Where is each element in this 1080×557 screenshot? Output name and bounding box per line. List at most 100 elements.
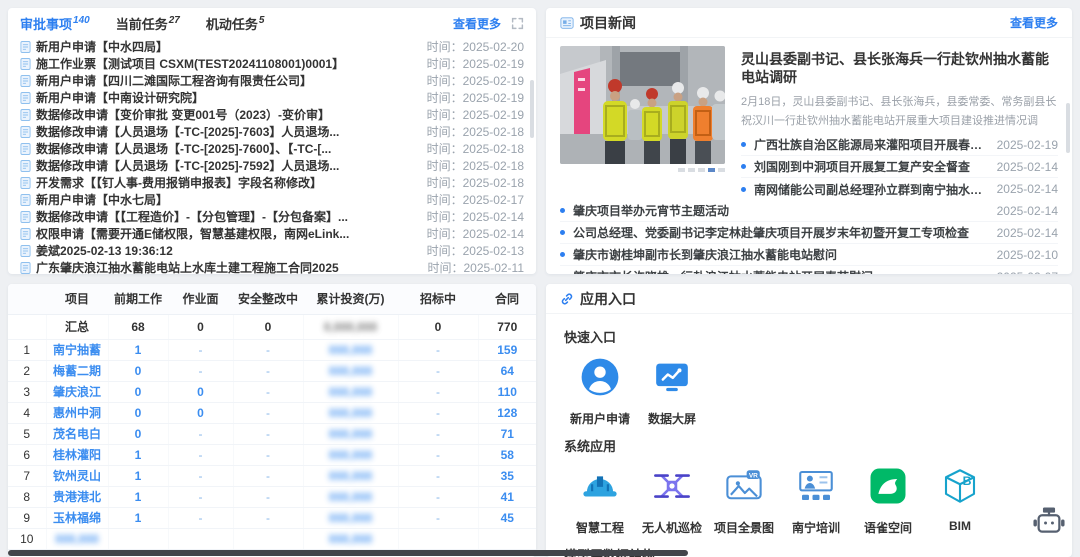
app-entry-user[interactable]: 新用户申请 — [564, 356, 636, 427]
project-name-link[interactable]: 钦州灵山 — [53, 469, 101, 483]
tab-label: 机动任务 — [206, 17, 258, 32]
news-photo[interactable] — [560, 46, 725, 200]
expand-icon[interactable] — [511, 17, 524, 30]
approval-item-time: 时间：2025-02-18 — [427, 174, 524, 191]
app-entry-drone[interactable]: 无人机巡检 — [636, 465, 708, 536]
project-name-link[interactable]: 肇庆浪江 — [53, 385, 101, 399]
approval-list-item[interactable]: 新用户申请【中水七局】时间：2025-02-17 — [20, 191, 524, 208]
project-name-link[interactable]: 桂林灌阳 — [53, 448, 101, 462]
horizontal-scrollbar[interactable] — [8, 550, 688, 556]
redacted-investment: 888,888 — [329, 343, 372, 357]
bullet-icon — [741, 142, 746, 147]
app-entry-training[interactable]: 南宁培训 — [780, 465, 852, 536]
projects-table-row[interactable]: 7钦州灵山1--888,888-35 — [8, 465, 536, 486]
svg-text:VR: VR — [749, 472, 758, 479]
approval-list-item[interactable]: 新用户申请【中水四局】时间：2025-02-20 — [20, 38, 524, 55]
project-name-link[interactable]: 贵港港北 — [53, 490, 101, 504]
approval-item-time: 时间：2025-02-20 — [427, 38, 524, 55]
approval-item-time: 时间：2025-02-19 — [427, 89, 524, 106]
news-item-text: 肇庆市市长许晓雄一行赴浪江抽水蓄能电站开展春节慰问 — [573, 268, 985, 274]
project-name-link[interactable]: 梅蓄二期 — [53, 364, 101, 378]
app-entry-panorama[interactable]: VR项目全景图 — [708, 465, 780, 536]
app-entry-yuque[interactable]: 语雀空间 — [852, 465, 924, 536]
document-icon — [20, 143, 31, 155]
projects-table-row[interactable]: 5茂名电白0--888,888-71 — [8, 423, 536, 444]
news-view-more-link[interactable]: 查看更多 — [1010, 14, 1058, 31]
summary-name: 汇总 — [46, 314, 108, 339]
news-item-text: 公司总经理、党委副书记李定林赴肇庆项目开展岁末年初暨开复工专项检查 — [573, 224, 985, 241]
app-entry-bim[interactable]: BBIM — [924, 465, 996, 536]
news-list-item[interactable]: 广西壮族自治区能源局来灌阳项目开展春节后复...2025-02-19 — [741, 134, 1058, 156]
approval-list-item[interactable]: 数据修改申请【人员退场【-TC-[2025]-7592】人员退场...时间：20… — [20, 157, 524, 174]
approval-list-item[interactable]: 数据修改申请【人员退场【-TC-[2025]-7600】、【-TC-[...时间… — [20, 140, 524, 157]
approval-list-item[interactable]: 新用户申请【四川二滩国际工程咨询有限责任公司】时间：2025-02-19 — [20, 72, 524, 89]
approvals-list: 新用户申请【中水四局】时间：2025-02-20施工作业票【测试项目 CSXM(… — [8, 38, 536, 274]
redacted-investment: 888,888 — [329, 427, 372, 441]
projects-table-row[interactable]: 10888,888888,888 — [8, 528, 536, 549]
project-name-link[interactable]: 玉林福绵 — [53, 511, 101, 525]
approval-item-text: 数据修改申请【变价审批 变更001号（2023）-变价审】 — [36, 106, 427, 123]
news-list-item[interactable]: 肇庆市谢桂坤副市长到肇庆浪江抽水蓄能电站慰问2025-02-10 — [560, 244, 1058, 266]
app-label: 语雀空间 — [864, 519, 912, 536]
projects-table-row[interactable]: 2梅蓄二期0--888,888-64 — [8, 360, 536, 381]
approval-list-item[interactable]: 新用户申请【中南设计研究院】时间：2025-02-19 — [20, 89, 524, 106]
project-name-link[interactable]: 茂名电白 — [53, 427, 101, 441]
news-list-item[interactable]: 公司总经理、党委副书记李定林赴肇庆项目开展岁末年初暨开复工专项检查2025-02… — [560, 222, 1058, 244]
approval-list-item[interactable]: 数据修改申请【变价审批 变更001号（2023）-变价审】时间：2025-02-… — [20, 106, 524, 123]
app-entry-monitor[interactable]: 数据大屏 — [636, 356, 708, 427]
approval-list-item[interactable]: 广东肇庆浪江抽水蓄能电站上水库土建工程施工合同2025时间：2025-02-11 — [20, 259, 524, 274]
projects-table-row[interactable]: 8贵港港北1--888,888-41 — [8, 486, 536, 507]
redacted-investment: 888,888 — [329, 532, 372, 546]
projects-summary-row[interactable]: 汇总68008,888,8880770 — [8, 314, 536, 339]
bim-icon: B — [939, 465, 981, 512]
app-entry-helmet[interactable]: 智慧工程 — [564, 465, 636, 536]
training-icon — [795, 465, 837, 512]
approval-list-item[interactable]: 姜斌2025-02-13 19:36:12时间：2025-02-13 — [20, 242, 524, 259]
projects-table-row[interactable]: 4惠州中洞00-888,888-128 — [8, 402, 536, 423]
document-icon — [20, 109, 31, 121]
projects-column-header: 前期工作 — [108, 284, 168, 314]
redacted-project-name: 888,888 — [55, 532, 98, 546]
featured-news-title[interactable]: 灵山县委副书记、县长张海兵一行赴钦州抽水蓄能电站调研 — [741, 50, 1058, 86]
news-list-item[interactable]: 南网储能公司副总经理孙立群到南宁抽水蓄能电...2025-02-14 — [741, 178, 1058, 200]
bullet-icon — [741, 187, 746, 192]
news-list-item[interactable]: 肇庆市市长许晓雄一行赴浪江抽水蓄能电站开展春节慰问2025-02-07 — [560, 266, 1058, 274]
news-header: 项目新闻 查看更多 — [546, 8, 1072, 38]
news-scrollbar[interactable] — [1066, 103, 1070, 153]
carousel-dot[interactable] — [688, 168, 695, 172]
carousel-dot[interactable] — [678, 168, 685, 172]
robot-assistant-icon[interactable] — [1030, 504, 1068, 547]
news-list-item[interactable]: 刘国刚到中洞项目开展复工复产安全督查2025-02-14 — [741, 156, 1058, 178]
carousel-dots — [560, 168, 725, 172]
projects-table-row[interactable]: 3肇庆浪江00-888,888-110 — [8, 381, 536, 402]
tab-label: 当前任务 — [116, 17, 168, 32]
approval-item-text: 数据修改申请【人员退场【-TC-[2025]-7592】人员退场... — [36, 157, 427, 174]
projects-table: 项目前期工作作业面安全整改中累计投资(万)招标中合同 汇总68008,888,8… — [8, 284, 536, 550]
approval-list-item[interactable]: 开发需求【【钉人事-费用报销申报表】字段名称修改】时间：2025-02-18 — [20, 174, 524, 191]
carousel-dot[interactable] — [718, 168, 725, 172]
approval-item-text: 数据修改申请【人员退场【-TC-[2025]-7600】、【-TC-[... — [36, 140, 427, 157]
projects-column-header: 安全整改中 — [233, 284, 303, 314]
approval-list-item[interactable]: 权限申请【需要开通E储权限，智慧基建权限，南网eLink...时间：2025-0… — [20, 225, 524, 242]
tab-mobile-tasks[interactable]: 机动任务5 — [206, 14, 265, 33]
approval-list-item[interactable]: 数据修改申请【人员退场【-TC-[2025]-7603】人员退场...时间：20… — [20, 123, 524, 140]
news-list-item[interactable]: 肇庆项目举办元宵节主题活动2025-02-14 — [560, 200, 1058, 222]
carousel-dot[interactable] — [708, 168, 715, 172]
approval-list-item[interactable]: 数据修改申请【【工程造价】-【分包管理】-【分包备案】...时间：2025-02… — [20, 208, 524, 225]
approvals-view-more-link[interactable]: 查看更多 — [453, 15, 501, 32]
approval-item-time: 时间：2025-02-19 — [427, 55, 524, 72]
projects-table-row[interactable]: 9玉林福绵1--888,888-45 — [8, 507, 536, 528]
project-name-link[interactable]: 惠州中洞 — [53, 406, 101, 420]
approval-list-item[interactable]: 施工作业票【测试项目 CSXM(TEST20241108001)0001】时间：… — [20, 55, 524, 72]
carousel-dot[interactable] — [698, 168, 705, 172]
projects-table-row[interactable]: 6桂林灌阳1--888,888-58 — [8, 444, 536, 465]
tab-approvals[interactable]: 审批事项140 — [20, 14, 90, 33]
approvals-panel: 审批事项140 当前任务27 机动任务5 查看更多 新用户申请【中水四局】时间：20… — [8, 8, 536, 274]
tab-current-tasks[interactable]: 当前任务27 — [116, 14, 180, 33]
approvals-scrollbar[interactable] — [530, 80, 534, 138]
bullet-icon — [560, 230, 565, 235]
document-icon — [20, 92, 31, 104]
project-name-link[interactable]: 南宁抽蓄 — [53, 343, 101, 357]
projects-table-row[interactable]: 1南宁抽蓄1--888,888-159 — [8, 339, 536, 360]
projects-header-row: 项目前期工作作业面安全整改中累计投资(万)招标中合同 — [8, 284, 536, 314]
